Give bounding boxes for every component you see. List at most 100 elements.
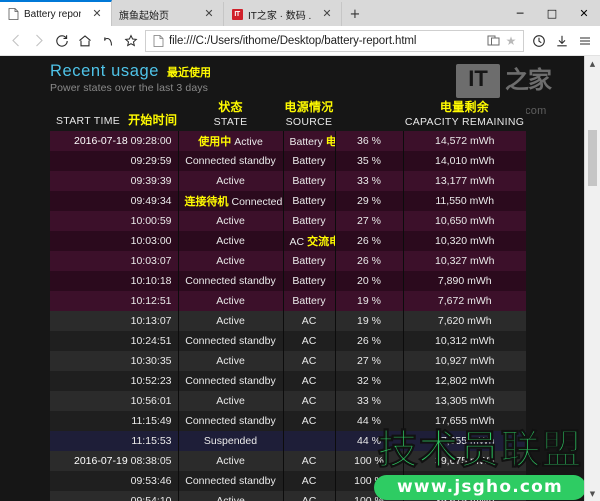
cell-start-time: 09:29:59 [50, 151, 179, 171]
column-header-start-time-cn: 开始时间 [128, 113, 178, 127]
cell-source-annotation: 电池 [326, 133, 334, 149]
cell-state: Active [178, 491, 284, 501]
cell-start-time: 10:56:01 [50, 391, 179, 411]
cell-percent: 19 % [335, 311, 404, 331]
cell-state: Connected standby [178, 331, 284, 351]
page-icon [151, 34, 165, 48]
favorite-star-icon[interactable] [119, 29, 142, 53]
back-button[interactable] [4, 29, 27, 53]
cell-start-time: 09:49:34 [50, 191, 179, 211]
home-icon[interactable] [73, 29, 96, 53]
cell-source: Battery [283, 151, 336, 171]
cell-percent: 19 % [335, 291, 404, 311]
table-row: 10:56:01 Active AC 33 % 13,305 mWh [50, 391, 526, 411]
cell-percent: 100 % [335, 451, 404, 471]
reading-list-icon[interactable] [484, 32, 502, 50]
tab-strip-filler [368, 2, 504, 26]
cell-source: AC [283, 451, 336, 471]
cell-source: Battery电池 [283, 131, 336, 151]
cell-start-time: 09:39:39 [50, 171, 179, 191]
cell-time: 09:53:46 [130, 475, 172, 487]
table-row: 10:24:51 Connected standby AC 26 % 10,312 mW… [50, 331, 526, 351]
cell-time: 09:29:59 [130, 155, 172, 167]
cell-capacity: 7,890 mWh [403, 271, 526, 291]
report-title-line: Recent usage 最近使用 [50, 62, 584, 81]
cell-source-text: Battery [292, 155, 326, 167]
scroll-down-button[interactable]: ▼ [585, 486, 600, 501]
cell-state: Active [178, 311, 284, 331]
cell-capacity: 39,675 mWh [403, 471, 526, 491]
cell-percent: 27 % [335, 351, 404, 371]
cell-state: 使用中 Active [178, 131, 284, 151]
cell-capacity: 7,672 mWh [403, 291, 526, 311]
title-bar: Battery report ✕ 旗鱼起始页 ✕ IT IT之家 · 数码 . … [0, 0, 600, 26]
cell-percent: 100 % [335, 491, 404, 501]
close-button[interactable]: ✕ [568, 0, 600, 26]
table-row: 11:15:49 Connected standby AC 44 % 17,655 mW… [50, 411, 526, 431]
column-header-source: 电源情况 SOURCE [283, 98, 335, 131]
cell-start-time: 09:53:46 [50, 471, 179, 491]
cell-time: 09:49:34 [130, 195, 172, 207]
cell-source-text: AC [301, 375, 317, 387]
tab-close-icon[interactable]: ✕ [91, 8, 103, 20]
cell-time: 10:52:23 [130, 375, 172, 387]
cell-start-time: 09:54:10 [50, 491, 179, 501]
new-tab-button[interactable]: + [342, 2, 368, 26]
cell-start-time: 10:03:07 [50, 251, 179, 271]
cell-state-text: Active [216, 495, 245, 501]
page-scrollbar[interactable]: ▲ ▼ [584, 56, 600, 501]
cell-time: 09:28:00 [130, 135, 172, 147]
reading-view-icon[interactable] [96, 29, 119, 53]
cell-state: Active [178, 351, 284, 371]
cell-start-time: 10:03:00 [50, 231, 179, 251]
browser-toolbar: file:///C:/Users/ithome/Desktop/battery-… [0, 26, 600, 56]
cell-state-text: Active [216, 315, 245, 327]
minimize-button[interactable]: ─ [504, 0, 536, 26]
add-favorite-icon[interactable]: ★ [502, 32, 520, 50]
table-row: 09:49:34 连接待机Connected standby Battery 29 %… [50, 191, 526, 211]
hub-menu-icon[interactable] [573, 29, 596, 53]
cell-source: Battery [283, 191, 336, 211]
tab-battery-report[interactable]: Battery report ✕ [0, 0, 112, 26]
cell-capacity: 39,675 mWh [403, 451, 526, 471]
cell-capacity: 10,650 mWh [403, 211, 526, 231]
table-row: 09:53:46 Connected standby AC 100 % 39,675 m… [50, 471, 526, 491]
cell-percent: 44 % [335, 431, 404, 451]
cell-source: Battery [283, 271, 336, 291]
tab-close-icon[interactable]: ✕ [321, 8, 333, 20]
address-bar-url[interactable]: file:///C:/Users/ithome/Desktop/battery-… [169, 35, 484, 47]
cell-state-text: Active [216, 455, 245, 467]
cell-source-text: Battery [292, 195, 326, 207]
column-header-start-time: START TIME 开始时间 [50, 98, 178, 131]
cell-source: Battery [283, 251, 336, 271]
scrollbar-thumb[interactable] [588, 130, 597, 186]
cell-time: 10:24:51 [130, 335, 172, 347]
tab-title: IT之家 · 数码 . 科技 . 生 [248, 10, 311, 22]
cell-source-text: AC [301, 355, 317, 367]
history-icon[interactable] [527, 29, 550, 53]
cell-source: AC [283, 391, 336, 411]
tab-ithome[interactable]: IT IT之家 · 数码 . 科技 . 生 ✕ [224, 2, 342, 26]
cell-start-time: 10:24:51 [50, 331, 179, 351]
cell-start-time: 2016-07-19 08:38:05 [50, 451, 179, 471]
cell-state: Active [178, 451, 284, 471]
maximize-button[interactable]: □ [536, 0, 568, 26]
table-row: 10:12:51 Active Battery 19 % 7,672 mWh [50, 291, 526, 311]
cell-state-text: Active [216, 355, 245, 367]
refresh-icon[interactable] [50, 29, 73, 53]
table-row: 2016-07-19 08:38:05 Active AC 100 % 39,675 m… [50, 451, 526, 471]
address-bar-actions: ★ [484, 32, 520, 50]
cell-capacity: 10,327 mWh [403, 251, 526, 271]
scroll-up-button[interactable]: ▲ [585, 56, 600, 71]
downloads-icon[interactable] [550, 29, 573, 53]
cell-start-time: 10:10:18 [50, 271, 179, 291]
cell-state: Active [178, 231, 284, 251]
forward-button[interactable] [27, 29, 50, 53]
address-bar[interactable]: file:///C:/Users/ithome/Desktop/battery-… [145, 29, 524, 52]
cell-source-text: AC [289, 236, 305, 248]
column-header-spacer [335, 98, 403, 131]
tab-close-icon[interactable]: ✕ [203, 8, 215, 20]
cell-state-text: Connected standby [185, 475, 276, 487]
cell-state-text: Active [216, 255, 245, 267]
tab-qiyu-start-page[interactable]: 旗鱼起始页 ✕ [112, 2, 224, 26]
